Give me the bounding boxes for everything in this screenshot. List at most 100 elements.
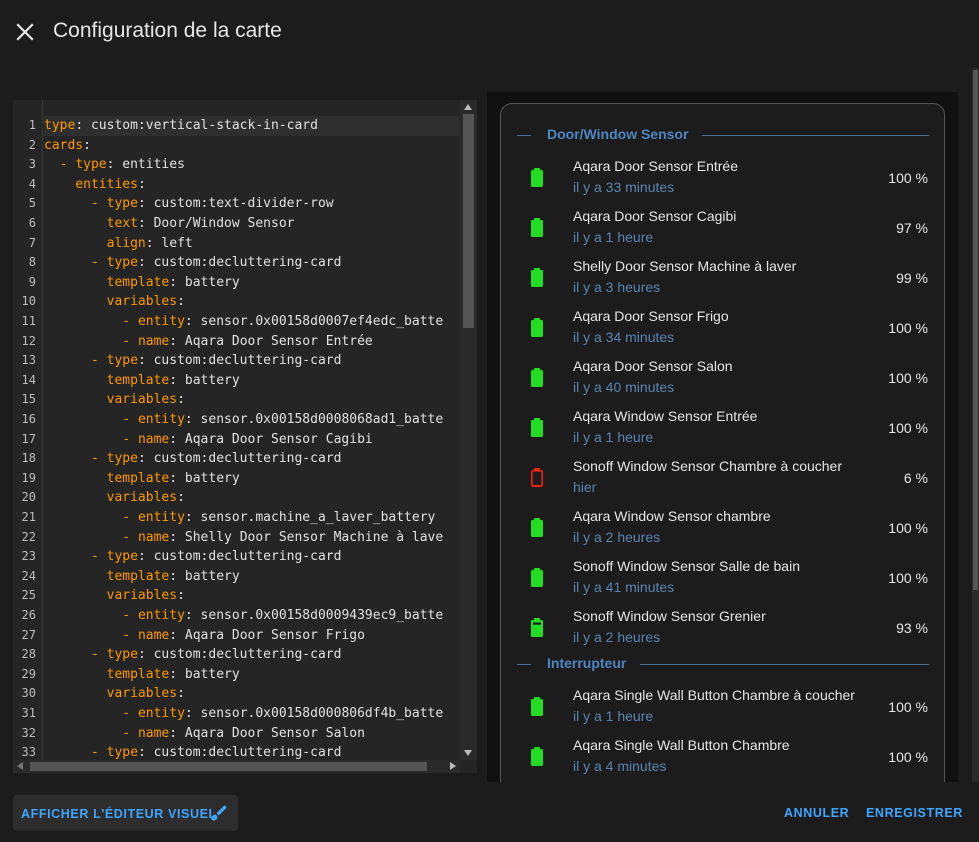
code-line[interactable]: template: battery	[44, 273, 240, 293]
code-line[interactable]: - name: Aqara Door Sensor Entrée	[44, 332, 372, 352]
code-line[interactable]: variables:	[44, 488, 185, 508]
code-line[interactable]: template: battery	[44, 469, 240, 489]
yaml-dash: -	[90, 745, 99, 760]
editor-vertical-scrollbar[interactable]	[460, 100, 477, 760]
battery-entity-row[interactable]: Sonoff Window Sensor Chambre à coucher hi…	[501, 453, 944, 503]
battery-entity-row[interactable]: Aqara Single Wall Button Chambre à couch…	[501, 682, 944, 732]
code-line[interactable]: type: custom:vertical-stack-in-card	[44, 116, 460, 136]
scroll-right-arrow-icon[interactable]	[450, 762, 456, 770]
line-number: 26	[21, 608, 36, 622]
code-line[interactable]: - name: Aqara Door Sensor Cagibi	[44, 430, 372, 450]
code-line[interactable]: - entity: sensor.0x00158d0008068ad1_batt…	[44, 410, 443, 430]
scroll-down-arrow-icon[interactable]	[464, 750, 472, 756]
line-number: 5	[28, 196, 36, 211]
code-line[interactable]: variables:	[44, 586, 185, 606]
line-number: 16	[21, 412, 36, 426]
yaml-value	[44, 726, 122, 741]
code-line[interactable]: - type: custom:decluttering-card	[44, 351, 341, 371]
code-line[interactable]: variables:	[44, 390, 185, 410]
yaml-value	[44, 647, 91, 662]
scrollbar-thumb[interactable]	[973, 70, 978, 590]
yaml-editor[interactable]: 1 2 3 4 5 6 7 8 9 10 11 12 13 14 15 16 17 18 19 20 21 22 23 24 2…	[13, 100, 477, 773]
dialog-scrollbar[interactable]	[972, 68, 979, 782]
battery-value: 100 %	[888, 320, 928, 336]
scroll-left-arrow-icon[interactable]	[17, 762, 23, 770]
yaml-key: type	[106, 745, 138, 760]
battery-entity-row[interactable]: Aqara Door Sensor Cagibi il y a 1 heure 97…	[501, 203, 944, 253]
scrollbar-thumb[interactable]	[30, 762, 427, 771]
line-number: 15	[21, 392, 36, 407]
code-line[interactable]: text: Door/Window Sensor	[44, 214, 295, 234]
code-line[interactable]: - type: custom:decluttering-card	[44, 547, 341, 567]
code-line[interactable]: - entity: sensor.0x00158d0007ef4edc_batt…	[44, 312, 443, 332]
yaml-key: name	[137, 529, 170, 545]
code-line[interactable]: - type: custom:decluttering-card	[44, 449, 341, 469]
text-divider-row: Door/Window Sensor	[517, 125, 929, 145]
battery-entity-row[interactable]: Aqara Single Wall Button Chambre il y a 4…	[501, 732, 944, 782]
code-line[interactable]: template: battery	[44, 371, 240, 391]
editor-horizontal-scrollbar[interactable]	[13, 760, 460, 773]
battery-value: 100 %	[888, 170, 928, 186]
battery-alert-icon	[530, 466, 544, 488]
code-area[interactable]: type: custom:vertical-stack-in-card cards…	[44, 100, 460, 760]
battery-entity-row[interactable]: Sonoff Window Sensor Grenier il y a 2 heu…	[501, 603, 944, 653]
code-line[interactable]: template: battery	[44, 665, 240, 685]
save-button[interactable]: ENREGISTRER	[866, 806, 963, 820]
code-line[interactable]: - type: entities	[44, 155, 185, 175]
code-line[interactable]: entities:	[44, 175, 146, 195]
yaml-value	[44, 549, 91, 564]
cancel-button[interactable]: ANNULER	[784, 806, 849, 820]
yaml-key: type	[44, 118, 76, 133]
yaml-value: : battery	[169, 372, 240, 388]
battery-entity-row[interactable]: Aqara Window Sensor Entrée il y a 1 heure…	[501, 403, 944, 453]
yaml-key: name	[137, 627, 170, 643]
yaml-value: : Aqara Door Sensor Frigo	[169, 627, 365, 643]
code-line[interactable]: - type: custom:decluttering-card	[44, 645, 341, 665]
scrollbar-thumb[interactable]	[463, 114, 474, 328]
battery-entity-row[interactable]: Aqara Door Sensor Entrée il y a 33 minute…	[501, 153, 944, 203]
yaml-value	[130, 530, 138, 545]
yaml-key: variables	[106, 686, 178, 702]
code-line[interactable]: variables:	[44, 684, 185, 704]
yaml-key: type	[75, 157, 107, 173]
yaml-value	[44, 236, 107, 251]
line-number: 18	[21, 451, 36, 466]
close-icon[interactable]	[13, 20, 37, 44]
code-line[interactable]: - entity: sensor.machine_a_laver_battery	[44, 508, 435, 528]
yaml-value: : Shelly Door Sensor Machine à lave	[169, 529, 444, 545]
yaml-dash: -	[122, 706, 131, 721]
battery-icon	[530, 216, 544, 238]
yaml-value	[44, 471, 107, 486]
battery-entity-row[interactable]: Shelly Door Sensor Machine à laver il y a…	[501, 253, 944, 303]
battery-icon	[530, 516, 544, 538]
code-line[interactable]: - type: custom:decluttering-card	[44, 253, 341, 273]
divider-label: Door/Window Sensor	[547, 126, 689, 142]
entities-card: Door/Window Sensor Aqara Door Sensor Entr…	[500, 103, 945, 782]
code-line[interactable]: - entity: sensor.0x00158d000806df4b_batt…	[44, 704, 443, 724]
code-line[interactable]: - name: Shelly Door Sensor Machine à lav…	[44, 528, 443, 548]
yaml-value	[44, 608, 122, 623]
battery-entity-row[interactable]: Aqara Door Sensor Salon il y a 40 minutes…	[501, 353, 944, 403]
code-line[interactable]: cards:	[44, 136, 91, 156]
yaml-value: :	[177, 294, 185, 310]
code-line[interactable]: - entity: sensor.0x00158d0009439ec9_batt…	[44, 606, 443, 626]
line-number: 25	[21, 588, 36, 603]
code-line[interactable]: align: left	[44, 234, 193, 254]
code-line[interactable]: - name: Aqara Door Sensor Frigo	[44, 626, 365, 646]
yaml-value: :	[137, 176, 146, 192]
yaml-value: : battery	[169, 470, 240, 486]
show-visual-editor-button[interactable]: AFFICHER L'ÉDITEUR VISUEL	[13, 795, 238, 831]
battery-entity-row[interactable]: Sonoff Window Sensor Salle de bain il y a…	[501, 553, 944, 603]
yaml-key: entity	[137, 706, 185, 721]
code-line[interactable]: variables:	[44, 292, 185, 312]
last-changed-time: il y a 41 minutes	[573, 579, 675, 595]
battery-entity-row[interactable]: Aqara Window Sensor chambre il y a 2 heur…	[501, 503, 944, 553]
scroll-up-arrow-icon[interactable]	[464, 104, 472, 110]
code-line[interactable]: template: battery	[44, 567, 240, 587]
battery-entity-row[interactable]: Aqara Door Sensor Frigo il y a 34 minutes…	[501, 303, 944, 353]
code-line[interactable]: - type: custom:text-divider-row	[44, 194, 334, 214]
code-line[interactable]: - type: custom:decluttering-card	[44, 743, 341, 760]
yaml-key: type	[106, 196, 138, 212]
code-line[interactable]: - name: Aqara Door Sensor Salon	[44, 724, 365, 744]
yaml-key: type	[106, 647, 138, 663]
